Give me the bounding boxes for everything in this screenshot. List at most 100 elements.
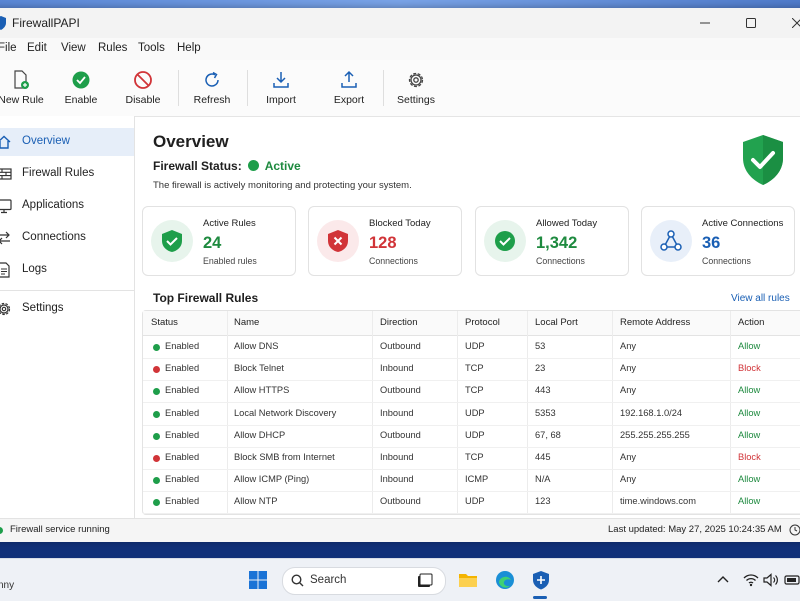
status-dot-icon xyxy=(153,366,160,374)
direction-cell: Inbound xyxy=(380,363,414,374)
direction-cell: Outbound xyxy=(380,385,421,396)
local-port-cell: 67, 68 xyxy=(535,429,561,440)
card-title: Active Connections xyxy=(702,218,784,229)
sidebar-item-overview[interactable]: Overview xyxy=(0,128,134,156)
active-rules-card[interactable]: Active Rules 24 Enabled rules xyxy=(142,206,296,276)
sidebar-item-label: Firewall Rules xyxy=(22,167,95,179)
shield-check-icon xyxy=(743,135,783,185)
menu-view[interactable]: View xyxy=(61,42,86,54)
column-header[interactable]: Direction xyxy=(380,317,418,328)
taskbar-search[interactable]: Search xyxy=(282,567,446,595)
import-label: Import xyxy=(266,94,296,106)
status-cell: Enabled xyxy=(165,341,200,351)
action-cell: Allow xyxy=(738,474,761,485)
column-header[interactable]: Status xyxy=(151,317,178,328)
column-header[interactable]: Protocol xyxy=(465,317,500,328)
status-dot-icon xyxy=(247,160,259,171)
file-explorer-button[interactable] xyxy=(455,567,481,593)
menu-tools[interactable]: Tools xyxy=(138,42,165,54)
table-row[interactable]: Enabled Block SMB from Internet Inbound TCP… xyxy=(143,447,800,470)
card-subtitle: Enabled rules xyxy=(203,256,257,266)
card-subtitle: Connections xyxy=(369,256,418,266)
action-cell: Block xyxy=(738,452,761,462)
volume-icon xyxy=(763,573,778,587)
active-connections-card[interactable]: Active Connections 36 Connections xyxy=(641,206,795,276)
toolbar: New Rule Enable Disable Refresh Import E… xyxy=(0,60,800,117)
local-port-cell: 5353 xyxy=(535,407,556,418)
maximize-button[interactable] xyxy=(728,8,774,38)
edge-icon xyxy=(496,571,514,589)
minimize-button[interactable] xyxy=(682,8,728,38)
show-hidden-icons-button[interactable] xyxy=(710,567,736,593)
table-row[interactable]: Enabled Allow HTTPS Outbound TCP 443 Any Allow xyxy=(143,380,800,404)
sidebar-item-label: Logs xyxy=(22,263,47,275)
view-all-rules-link[interactable]: View all rules xyxy=(731,293,790,304)
enable-button[interactable]: Enable xyxy=(48,64,114,112)
direction-cell: Inbound xyxy=(380,474,414,485)
edge-browser-button[interactable] xyxy=(492,567,518,593)
start-button[interactable] xyxy=(245,567,271,593)
status-cell: Enabled xyxy=(165,452,200,462)
table-row[interactable]: Enabled Block Telnet Inbound TCP 23 Any Block xyxy=(143,358,800,382)
blocked-today-card[interactable]: Blocked Today 128 Connections xyxy=(308,206,462,276)
status-value: Active xyxy=(264,159,301,173)
card-value: 1,342 xyxy=(536,234,578,252)
local-port-cell: N/A xyxy=(535,474,551,485)
import-button[interactable]: Import xyxy=(248,64,314,112)
action-cell: Block xyxy=(738,363,761,374)
refresh-button[interactable]: Refresh xyxy=(179,64,245,112)
menu-rules[interactable]: Rules xyxy=(98,42,127,54)
action-cell: Allow xyxy=(738,429,761,440)
monitor-icon xyxy=(0,199,12,214)
widgets-icon xyxy=(418,573,433,587)
active-app-indicator xyxy=(533,596,547,599)
rules-table: Status Name Direction Protocol Local Por… xyxy=(142,310,800,515)
taskbar-weather-text: nny xyxy=(0,580,15,591)
firewall-app-taskbar-button[interactable] xyxy=(528,567,554,593)
column-header[interactable]: Local Port xyxy=(535,317,578,328)
sidebar-item-firewall-rules[interactable]: Firewall Rules xyxy=(0,160,134,188)
column-header[interactable]: Name xyxy=(234,317,259,328)
close-button[interactable] xyxy=(774,8,800,38)
allowed-today-card[interactable]: Allowed Today 1,342 Connections xyxy=(475,206,629,276)
search-icon xyxy=(291,574,304,587)
windows-logo-icon xyxy=(249,571,267,589)
section-title: Top Firewall Rules xyxy=(153,291,259,305)
remote-address-cell: Any xyxy=(620,363,637,374)
battery-button[interactable] xyxy=(780,567,800,593)
service-status-dot-icon xyxy=(0,527,3,534)
card-icon-bg xyxy=(317,220,359,262)
menu-help[interactable]: Help xyxy=(177,42,201,54)
sidebar-item-connections[interactable]: Connections xyxy=(0,224,134,252)
disable-button[interactable]: Disable xyxy=(110,64,176,112)
sidebar-item-logs[interactable]: Logs xyxy=(0,256,134,284)
page-title: Overview xyxy=(153,132,229,151)
local-port-cell: 23 xyxy=(535,363,546,374)
enable-icon xyxy=(72,71,90,89)
new-rule-button[interactable]: New Rule xyxy=(0,64,54,112)
protocol-cell: TCP xyxy=(465,385,484,396)
window-title: FirewallPAPI xyxy=(12,16,80,30)
table-row[interactable]: Enabled Local Network Discovery Inbound UDP… xyxy=(143,403,800,426)
gear-icon xyxy=(0,302,11,316)
sidebar-item-settings[interactable]: Settings xyxy=(0,295,134,323)
table-row[interactable]: Enabled Allow DHCP Outbound UDP 67, 68 255.25… xyxy=(143,425,800,448)
menu-file[interactable]: File xyxy=(0,42,17,54)
export-button[interactable]: Export xyxy=(316,64,382,112)
table-header: Status Name Direction Protocol Local Por… xyxy=(143,311,800,336)
shield-x-icon xyxy=(328,230,348,252)
column-header[interactable]: Action xyxy=(738,317,764,328)
sidebar-item-applications[interactable]: Applications xyxy=(0,192,134,220)
status-description: The firewall is actively monitoring and … xyxy=(153,180,412,191)
table-row[interactable]: Enabled Allow DNS Outbound UDP 53 Any Allow xyxy=(143,336,800,359)
status-dot-icon xyxy=(153,477,160,485)
disable-icon xyxy=(134,71,152,89)
protocol-cell: TCP xyxy=(465,363,484,374)
table-row[interactable]: Enabled Allow NTP Outbound UDP 123 time.windo… xyxy=(143,491,800,515)
menu-edit[interactable]: Edit xyxy=(27,42,47,54)
settings-button[interactable]: Settings xyxy=(383,64,449,112)
card-title: Active Rules xyxy=(203,218,256,229)
table-row[interactable]: Enabled Allow ICMP (Ping) Inbound ICMP N/A An… xyxy=(143,469,800,493)
card-icon-bg xyxy=(484,220,526,262)
column-header[interactable]: Remote Address xyxy=(620,317,690,328)
